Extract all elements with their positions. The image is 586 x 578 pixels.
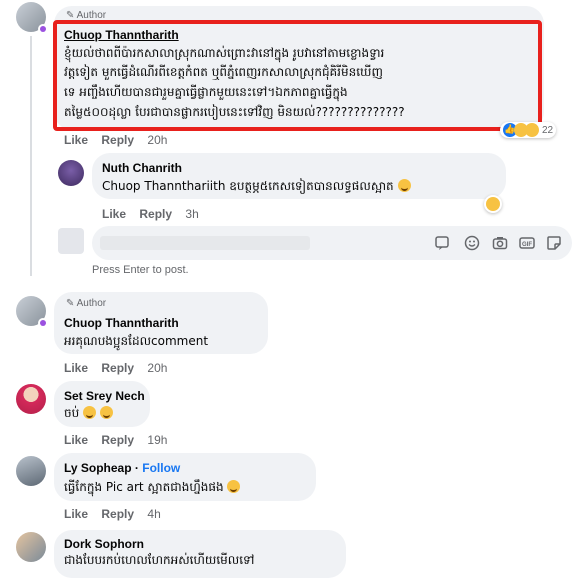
like-button[interactable]: Like (64, 433, 88, 447)
comment-text-line: ទេ អញ្ចឹងហើយបានជារួមគ្នាធ្វើផ្លាកមួយនេះទ… (64, 85, 348, 99)
avatar-badge (38, 318, 48, 328)
avatar[interactable] (16, 532, 46, 562)
haha-reaction-icon (486, 197, 500, 211)
timestamp[interactable]: 20h (147, 361, 167, 375)
blurred-text (100, 236, 310, 250)
comment-text-line: តម្លៃ៥០០ដុល្លា បែរជាបានផ្លាករបៀបនេះទៅវិញ… (64, 105, 405, 119)
avatar[interactable] (16, 456, 46, 486)
author-badge: ✎ Author (66, 298, 107, 309)
reply-button[interactable]: Reply (139, 207, 172, 221)
comment-text-line: ខ្ញុំយល់ថាពពីប៉ារកសាលាស្រុកណាស់ព្រោះវានៅ… (64, 46, 385, 60)
thread-line (30, 36, 32, 276)
comment-author[interactable]: Ly Sopheap · Follow (64, 461, 180, 475)
timestamp[interactable]: 19h (147, 433, 167, 447)
like-button[interactable]: Like (64, 507, 88, 521)
comment-text: Chuop Thannthariith ឧបត្ថម្ភ៥កេសទៀតបានលទ… (102, 178, 411, 196)
reaction-summary[interactable]: 👍 22 (500, 122, 557, 138)
gif-icon[interactable]: GIF (519, 235, 535, 251)
comment-author[interactable]: Dork Sophorn (64, 537, 144, 551)
svg-text:GIF: GIF (522, 242, 532, 248)
reaction-count: 22 (542, 124, 554, 136)
grin-emoji-icon (227, 480, 241, 493)
comment-actions: Like Reply 20h (64, 361, 177, 375)
reaction-summary[interactable] (484, 195, 502, 213)
comment-text: ធ្វើកែក្នុង Pic art ស្អាតជាងហ្នឹងផង (64, 479, 241, 497)
comment-actions: Like Reply 4h (64, 507, 171, 521)
reply-button[interactable]: Reply (101, 507, 134, 521)
emoji-icon[interactable] (464, 235, 480, 251)
rofl-emoji-icon (99, 406, 113, 419)
reply-button[interactable]: Reply (101, 433, 134, 447)
avatar[interactable] (16, 384, 46, 414)
avatar[interactable] (58, 160, 84, 186)
comment-text-line: វត្តទៀត មួកធ្វើដំណើរពីខេត្តកំពត ឬពីភ្នំព… (64, 65, 383, 79)
comment-actions: Like Reply 19h (64, 433, 177, 447)
comment-actions: Like Reply 3h (102, 207, 209, 221)
comment-author[interactable]: Chuop Thanntharith (64, 316, 179, 330)
comment-actions: Like Reply 20h (64, 133, 177, 147)
like-button[interactable]: Like (64, 133, 88, 147)
timestamp[interactable]: 20h (147, 133, 167, 147)
comment-text: អរគុណបងប្អូនដែលcomment (64, 334, 209, 348)
like-button[interactable]: Like (64, 361, 88, 375)
comment-text: ចប់ (64, 405, 113, 423)
comment-author[interactable]: Chuop Thanntharith (64, 28, 179, 42)
comment-text: ជាងបែបរកប់ហេលហែកអស់ហើយមើលទៅ (64, 553, 255, 567)
reply-button[interactable]: Reply (101, 133, 134, 147)
comment-sticker-icon[interactable] (434, 235, 450, 251)
haha-reaction-icon (525, 123, 539, 137)
like-button[interactable]: Like (102, 207, 126, 221)
reply-button[interactable]: Reply (101, 361, 134, 375)
follow-link[interactable]: Follow (142, 461, 180, 475)
camera-icon[interactable] (492, 235, 508, 251)
comment-author[interactable]: Nuth Chanrith (102, 161, 182, 175)
avatar-badge (38, 24, 48, 34)
comment-author[interactable]: Set Srey Nech (64, 389, 145, 403)
rofl-emoji-icon (397, 179, 411, 192)
sticker-icon[interactable] (546, 235, 562, 251)
pen-icon: ✎ (66, 298, 75, 309)
rofl-emoji-icon (83, 406, 97, 419)
composer-hint: Press Enter to post. (92, 264, 189, 276)
timestamp[interactable]: 3h (185, 207, 198, 221)
timestamp[interactable]: 4h (147, 507, 160, 521)
composer-avatar (58, 228, 84, 254)
